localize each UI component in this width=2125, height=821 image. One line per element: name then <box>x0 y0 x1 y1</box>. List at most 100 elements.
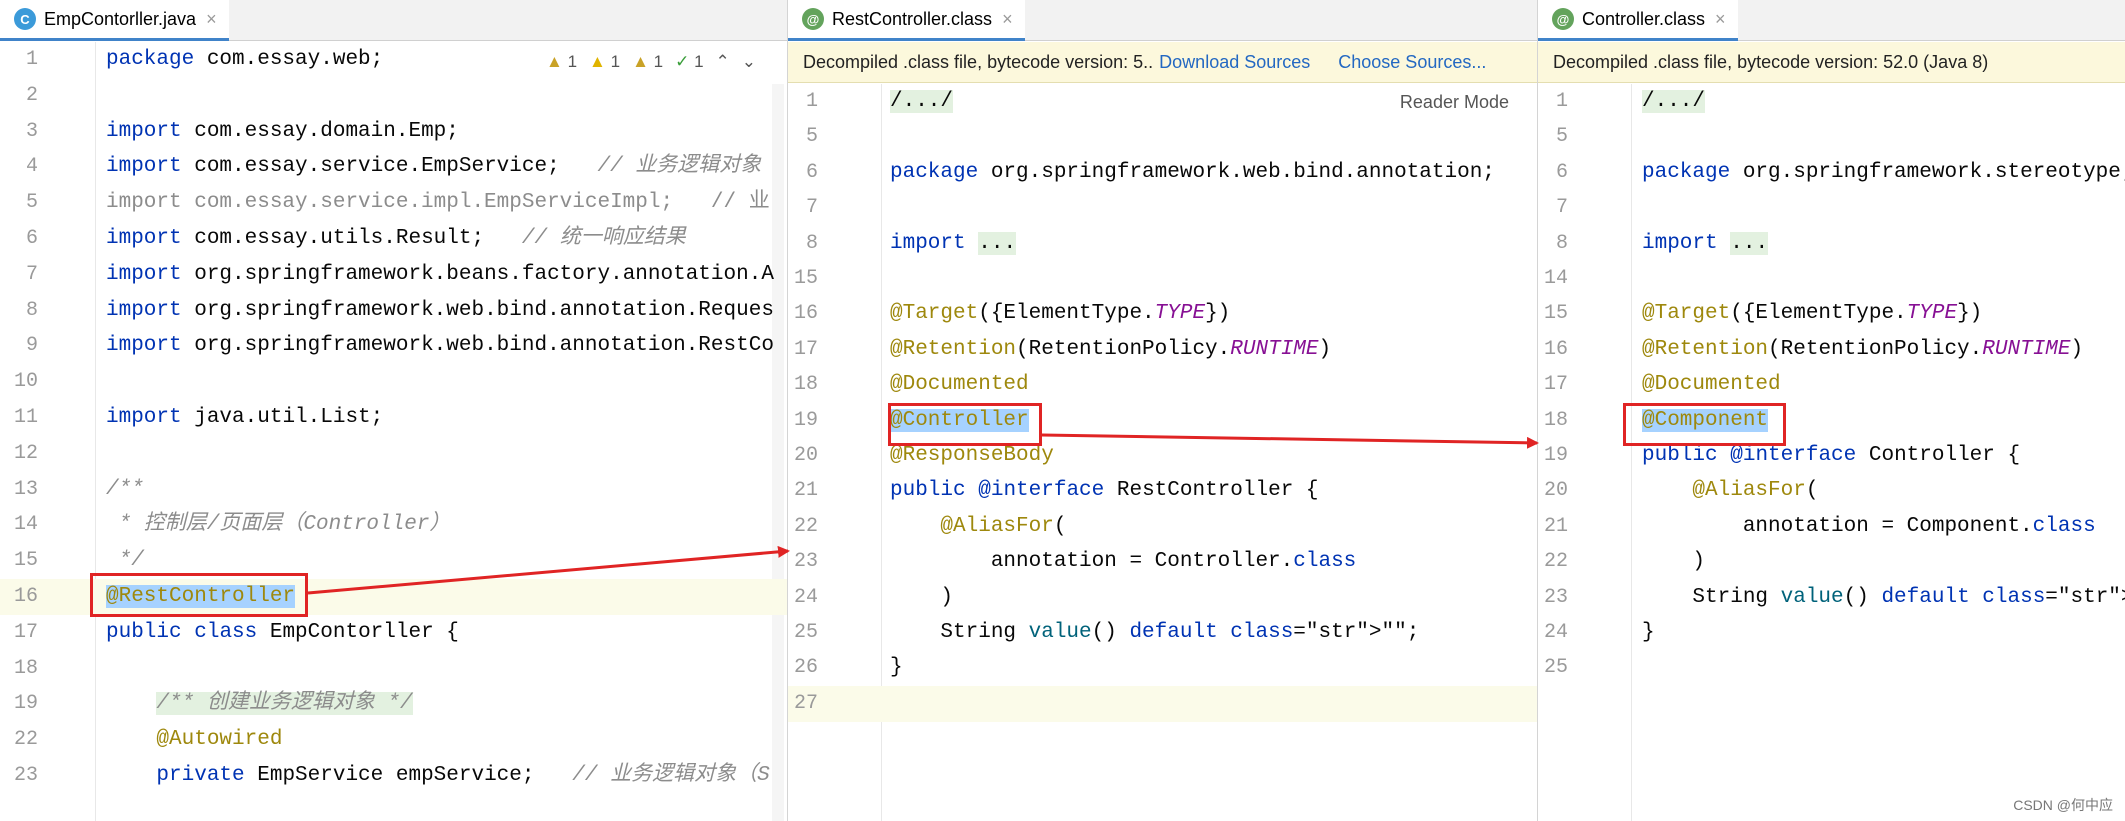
code-line[interactable]: 20 @AliasFor( <box>1538 473 2125 509</box>
code-line[interactable]: 5 <box>788 119 1537 155</box>
code-line[interactable]: 21 annotation = Component.class <box>1538 509 2125 545</box>
code-line[interactable]: 12 <box>0 436 787 472</box>
line-number: 5 <box>1555 125 1568 149</box>
line-number: 23 <box>13 764 38 787</box>
close-icon[interactable]: × <box>206 9 217 30</box>
code-line[interactable]: 6 package org.springframework.web.bind.an… <box>788 155 1537 191</box>
line-number: 4 <box>25 155 38 179</box>
line-number: 1 <box>805 90 818 113</box>
code-editor[interactable]: 1 package com.essay.web; 2 3 import com.essa… <box>0 42 787 821</box>
code-text: import org.springframework.web.bind.anno… <box>106 334 774 358</box>
code-editor[interactable]: 1 /.../ 5 6 package org.springframework.ster… <box>1538 84 2125 821</box>
code-line[interactable]: 10 <box>0 364 787 400</box>
line-number: 18 <box>13 656 38 680</box>
code-text: public class EmpContorller { <box>106 620 459 644</box>
code-text: package org.springframework.stereotype; <box>1642 160 2125 184</box>
code-text: package org.springframework.web.bind.ann… <box>890 160 1495 184</box>
line-number: 18 <box>793 373 818 397</box>
close-icon[interactable]: × <box>1715 9 1726 30</box>
code-line[interactable]: 6 import com.essay.utils.Result; // 统一响应结… <box>0 221 787 257</box>
code-line[interactable]: 3 import com.essay.domain.Emp; <box>0 114 787 150</box>
line-number: 19 <box>1543 444 1568 467</box>
code-line[interactable]: 25 String value() default class="str">""… <box>788 615 1537 651</box>
line-number: 21 <box>1543 514 1568 538</box>
line-number: 12 <box>13 441 38 465</box>
tab-label: RestController.class <box>832 8 993 29</box>
line-number: 3 <box>25 119 38 143</box>
tab-empcontorller-java[interactable]: C EmpContorller.java × <box>0 0 229 41</box>
code-line[interactable]: 9 import org.springframework.web.bind.ann… <box>0 328 787 364</box>
choose-sources-link[interactable]: Choose Sources... <box>1338 52 1486 73</box>
code-line[interactable]: 23 annotation = Controller.class <box>788 544 1537 580</box>
code-line[interactable]: 23 private EmpService empService; // 业务逻… <box>0 758 787 794</box>
code-line[interactable]: 7 <box>788 190 1537 226</box>
code-text: * 控制层/页面层（Controller） <box>106 513 451 537</box>
code-line[interactable]: 2 <box>0 78 787 114</box>
watermark: CSDN @何中应 <box>2013 797 2113 813</box>
code-line[interactable]: 22 @Autowired <box>0 722 787 758</box>
code-line[interactable]: 15 @Target({ElementType.TYPE}) <box>1538 296 2125 332</box>
code-line[interactable]: 14 <box>1538 261 2125 297</box>
line-number: 22 <box>1543 550 1568 574</box>
code-line[interactable]: 18 <box>0 651 787 687</box>
line-number: 24 <box>1543 621 1568 644</box>
tab-restcontroller-class[interactable]: @ RestController.class × <box>788 0 1025 41</box>
download-sources-link[interactable]: Download Sources <box>1159 52 1310 73</box>
code-line[interactable]: 16 @Target({ElementType.TYPE}) <box>788 296 1537 332</box>
code-line[interactable]: 24 ) <box>788 580 1537 616</box>
code-line[interactable]: 25 <box>1538 650 2125 686</box>
code-line[interactable]: 1 /.../ <box>788 84 1537 120</box>
line-number: 26 <box>793 656 818 680</box>
code-line[interactable]: 4 import com.essay.service.EmpService; //… <box>0 149 787 185</box>
code-line[interactable]: 5 <box>1538 119 2125 155</box>
close-icon[interactable]: × <box>1002 9 1013 30</box>
code-line[interactable]: 13 /** <box>0 472 787 508</box>
line-number: 17 <box>793 337 818 361</box>
code-line[interactable]: 1 /.../ <box>1538 84 2125 120</box>
code-line[interactable]: 26} <box>788 650 1537 686</box>
line-number: 16 <box>1543 337 1568 361</box>
code-line[interactable]: 7 <box>1538 190 2125 226</box>
code-line[interactable]: 16 @Retention(RetentionPolicy.RUNTIME) <box>1538 332 2125 368</box>
line-number: 2 <box>25 83 38 107</box>
line-number: 14 <box>1543 267 1568 290</box>
code-line[interactable]: 22 @AliasFor( <box>788 509 1537 545</box>
code-editor[interactable]: 1 /.../ 5 6 package org.springframework.web.… <box>788 84 1537 821</box>
code-line[interactable]: 22 ) <box>1538 544 2125 580</box>
code-line[interactable]: 19 /** 创建业务逻辑对象 */ <box>0 686 787 722</box>
code-line[interactable]: 6 package org.springframework.stereotype; <box>1538 155 2125 191</box>
line-number: 18 <box>1543 408 1568 432</box>
line-number: 13 <box>13 477 38 501</box>
code-line[interactable]: 17 public class EmpContorller { <box>0 615 787 651</box>
code-line[interactable]: 8 import ... <box>788 226 1537 262</box>
line-number: 20 <box>793 444 818 467</box>
code-line[interactable]: 27 <box>788 685 1537 722</box>
java-class-icon: C <box>14 8 36 30</box>
code-text: /** 创建业务逻辑对象 */ <box>156 692 413 716</box>
code-line[interactable]: 15 <box>788 261 1537 297</box>
line-number: 8 <box>1555 231 1568 255</box>
code-line[interactable]: 21 public @interface RestController { <box>788 473 1537 509</box>
annotation-class-icon: @ <box>802 8 824 30</box>
code-line[interactable]: 8 import ... <box>1538 226 2125 262</box>
code-line[interactable]: 17 @Documented <box>1538 367 2125 403</box>
code-line[interactable]: 17 @Retention(RetentionPolicy.RUNTIME) <box>788 332 1537 368</box>
code-line[interactable]: 11 import java.util.List; <box>0 400 787 436</box>
tab-controller-class[interactable]: @ Controller.class × <box>1538 0 1738 41</box>
code-line[interactable]: 1 package com.essay.web; <box>0 42 787 78</box>
code-line[interactable]: 18 @Documented <box>788 367 1537 403</box>
line-number: 8 <box>805 231 818 255</box>
code-text: /.../ <box>1642 90 1706 113</box>
code-line[interactable]: 14 * 控制层/页面层（Controller） <box>0 507 787 543</box>
code-line[interactable]: 5 import com.essay.service.impl.EmpServic… <box>0 185 787 221</box>
code-line[interactable]: 24} <box>1538 615 2125 651</box>
code-text: import com.essay.domain.Emp; <box>106 119 459 143</box>
banner-text: Decompiled .class file, bytecode version… <box>1553 51 1989 72</box>
code-line[interactable]: 23 String value() default class="str">""… <box>1538 580 2125 616</box>
code-text: @Autowired <box>156 728 283 752</box>
code-line[interactable]: 8 import org.springframework.web.bind.ann… <box>0 293 787 329</box>
editor-pane-empcontorller: C EmpContorller.java × ▲ 1 ▲ 1 ▲ 1 ✓ 1 ⌃… <box>0 0 787 821</box>
code-line[interactable]: 7 import org.springframework.beans.factor… <box>0 257 787 293</box>
highlight-box-controller <box>888 403 1042 446</box>
line-number: 1 <box>25 48 38 71</box>
